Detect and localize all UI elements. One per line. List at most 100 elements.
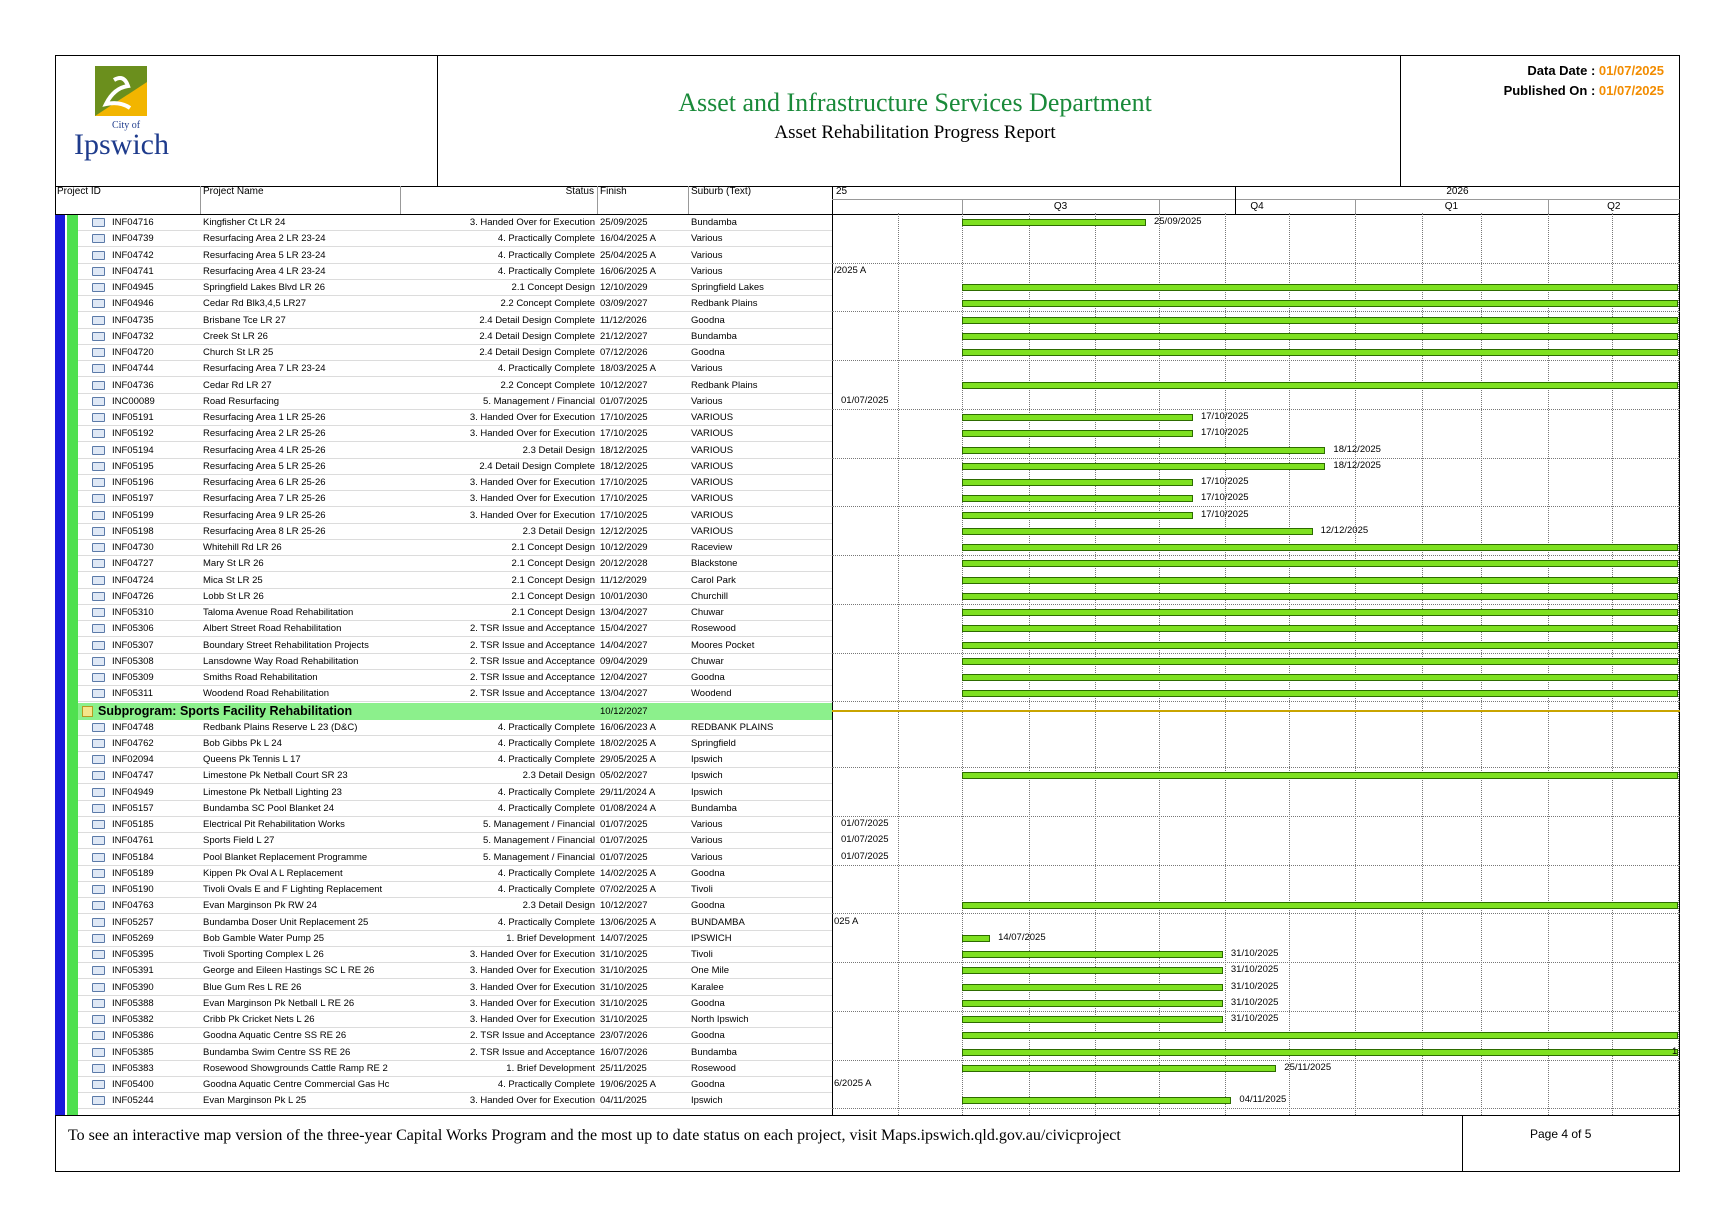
- table-row[interactable]: INF05198 Resurfacing Area 8 LR 25-26 2.3 D…: [55, 524, 1680, 540]
- gantt-bar[interactable]: [962, 284, 1678, 291]
- folder-icon: [92, 510, 105, 520]
- subprogram-summary-line: [832, 710, 1680, 712]
- gantt-bar[interactable]: [962, 999, 1223, 1007]
- table-row[interactable]: INF05257 Bundamba Doser Unit Replacement …: [55, 915, 1680, 931]
- table-row[interactable]: INF05196 Resurfacing Area 6 LR 25-26 3. Ha…: [55, 475, 1680, 491]
- gantt-bar[interactable]: [962, 560, 1678, 568]
- gantt-bar-label: 01/07/2025: [841, 834, 889, 846]
- col-finish[interactable]: Finish: [600, 186, 627, 197]
- table-row[interactable]: INF04949 Limestone Pk Netball Lighting 23…: [55, 785, 1680, 801]
- gantt-bar-label: 31/10/2025: [1230, 1013, 1279, 1024]
- status-cell: 2.1 Concept Design: [511, 558, 595, 570]
- gantt-bar[interactable]: [962, 414, 1193, 421]
- gantt-bar[interactable]: [962, 511, 1193, 519]
- table-row[interactable]: INF04716 Kingfisher Ct LR 24 3. Handed Ove…: [55, 215, 1680, 231]
- table-row[interactable]: INF05189 Kippen Pk Oval A L Replacement 4.…: [55, 866, 1680, 882]
- gantt-bar[interactable]: [962, 657, 1678, 665]
- project-id-cell: INF04742: [112, 249, 154, 261]
- table-row[interactable]: INF02094 Queens Pk Tennis L 17 4. Practica…: [55, 752, 1680, 768]
- gantt-bar[interactable]: [962, 1097, 1232, 1105]
- gantt-bar[interactable]: [962, 479, 1193, 486]
- project-id-cell: INF05309: [112, 672, 154, 683]
- gantt-bar[interactable]: [962, 446, 1326, 454]
- table-row[interactable]: INF04762 Bob Gibbs Pk L 24 4. Practically …: [55, 736, 1680, 752]
- table-row[interactable]: INF04748 Redbank Plains Reserve L 23 (D&C…: [55, 720, 1680, 736]
- gantt-bar[interactable]: [962, 1048, 1678, 1056]
- table-row[interactable]: INF05388 Evan Marginson Pk Netball L RE 2…: [55, 996, 1680, 1012]
- project-id-cell: INF04716: [112, 217, 154, 228]
- gantt-bar[interactable]: [962, 300, 1678, 308]
- gantt-bar[interactable]: [962, 495, 1193, 503]
- gantt-bar[interactable]: [962, 674, 1678, 681]
- table-row[interactable]: INF04741 Resurfacing Area 4 LR 23-24 4. Pr…: [55, 264, 1680, 280]
- suburb-cell: Various: [691, 363, 723, 375]
- finish-cell: 01/07/2025: [600, 819, 648, 830]
- gantt-bar[interactable]: [962, 462, 1326, 470]
- table-row[interactable]: INF05195 Resurfacing Area 5 LR 25-26 2.4 D…: [55, 459, 1680, 475]
- col-suburb[interactable]: Suburb (Text): [691, 186, 751, 197]
- project-name-cell: Springfield Lakes Blvd LR 26: [203, 282, 325, 293]
- table-row[interactable]: INF05190 Tivoli Ovals E and F Lighting Re…: [55, 882, 1680, 898]
- table-row[interactable]: INF04744 Resurfacing Area 7 LR 23-24 4. Pr…: [55, 361, 1680, 378]
- table-row[interactable]: INF05383 Rosewood Showgrounds Cattle Ramp…: [55, 1061, 1680, 1077]
- gantt-bar[interactable]: [962, 690, 1678, 698]
- col-project-name[interactable]: Project Name: [203, 186, 264, 197]
- table-row[interactable]: INF05194 Resurfacing Area 4 LR 25-26 2.3 D…: [55, 443, 1680, 459]
- gantt-bar[interactable]: [962, 1016, 1223, 1023]
- gantt-bar[interactable]: [962, 381, 1678, 389]
- gantt-bar[interactable]: [962, 527, 1313, 535]
- gantt-bar[interactable]: [962, 641, 1678, 649]
- table-row[interactable]: INF05390 Blue Gum Res L RE 26 3. Handed Ov…: [55, 980, 1680, 996]
- gantt-bar[interactable]: [962, 219, 1146, 226]
- gantt-bar[interactable]: [962, 430, 1193, 438]
- gantt-bar[interactable]: [962, 609, 1678, 616]
- table-row[interactable]: INF05191 Resurfacing Area 1 LR 25-26 3. Ha…: [55, 410, 1680, 426]
- project-name-cell: Rosewood Showgrounds Cattle Ramp RE 2: [203, 1062, 388, 1074]
- col-status[interactable]: Status: [400, 186, 594, 197]
- gantt-bar[interactable]: [962, 951, 1223, 958]
- table-row[interactable]: INF04739 Resurfacing Area 2 LR 23-24 4. Pr…: [55, 231, 1680, 248]
- gantt-bar[interactable]: [962, 544, 1678, 551]
- gantt-bar[interactable]: [962, 902, 1678, 910]
- suburb-cell: Goodna: [691, 1030, 725, 1042]
- project-name-cell: Resurfacing Area 6 LR 25-26: [203, 477, 326, 488]
- gantt-bar[interactable]: [962, 332, 1678, 340]
- project-name-cell: Creek St LR 26: [203, 330, 268, 342]
- table-row[interactable]: INF05269 Bob Gamble Water Pump 25 1. Brief…: [55, 931, 1680, 947]
- gantt-bar[interactable]: [962, 316, 1678, 324]
- status-cell: 2.4 Detail Design Complete: [479, 347, 595, 358]
- gantt-bar[interactable]: [962, 934, 991, 942]
- gantt-bar[interactable]: [962, 592, 1678, 600]
- suburb-cell: VARIOUS: [691, 428, 734, 440]
- gantt-bar[interactable]: [962, 1064, 1277, 1072]
- table-row[interactable]: INF05199 Resurfacing Area 9 LR 25-26 3. Ha…: [55, 508, 1680, 524]
- gantt-bar[interactable]: [962, 1032, 1678, 1040]
- finish-cell: 23/07/2026: [600, 1030, 648, 1042]
- gantt-bar[interactable]: [962, 772, 1678, 780]
- gantt-bar[interactable]: [962, 625, 1678, 633]
- project-id-cell: INF05257: [112, 916, 154, 928]
- gantt-bar[interactable]: [962, 983, 1223, 991]
- gantt-bar[interactable]: [962, 349, 1678, 356]
- subprogram-row[interactable]: Subprogram: Sports Facility Rehabilitati…: [78, 703, 832, 720]
- table-row[interactable]: INF05197 Resurfacing Area 7 LR 25-26 3. Ha…: [55, 491, 1680, 508]
- table-row[interactable]: INF05391 George and Eileen Hastings SC L …: [55, 963, 1680, 980]
- gantt-bar-label: 1: [1672, 1045, 1678, 1057]
- project-name-cell: Resurfacing Area 2 LR 23-24: [203, 233, 326, 245]
- gantt-bar[interactable]: [962, 967, 1223, 975]
- finish-cell: 17/10/2025: [600, 509, 648, 521]
- table-row[interactable]: INF05395 Tivoli Sporting Complex L 26 3. H…: [55, 947, 1680, 963]
- table-row[interactable]: INF04742 Resurfacing Area 5 LR 23-24 4. Pr…: [55, 248, 1680, 264]
- finish-cell: 10/12/2029: [600, 542, 648, 553]
- gantt-bar[interactable]: [962, 576, 1678, 584]
- folder-icon: [92, 885, 105, 894]
- report-department-title: Asset and Infrastructure Services Depart…: [678, 88, 1152, 117]
- gantt-bar-label: 12/12/2025: [1320, 524, 1369, 536]
- status-cell: 3. Handed Over for Execution: [469, 412, 595, 423]
- table-row[interactable]: INF05157 Bundamba SC Pool Blanket 24 4. Pr…: [55, 801, 1680, 817]
- project-id-cell: INF05385: [112, 1046, 154, 1058]
- col-project-id[interactable]: Project ID: [57, 186, 101, 197]
- table-row[interactable]: INF05244 Evan Marginson Pk L 25 3. Handed …: [55, 1093, 1680, 1110]
- table-row[interactable]: INF05382 Cribb Pk Cricket Nets L 26 3. Han…: [55, 1012, 1680, 1028]
- table-row[interactable]: INF05192 Resurfacing Area 2 LR 25-26 3. Ha…: [55, 426, 1680, 443]
